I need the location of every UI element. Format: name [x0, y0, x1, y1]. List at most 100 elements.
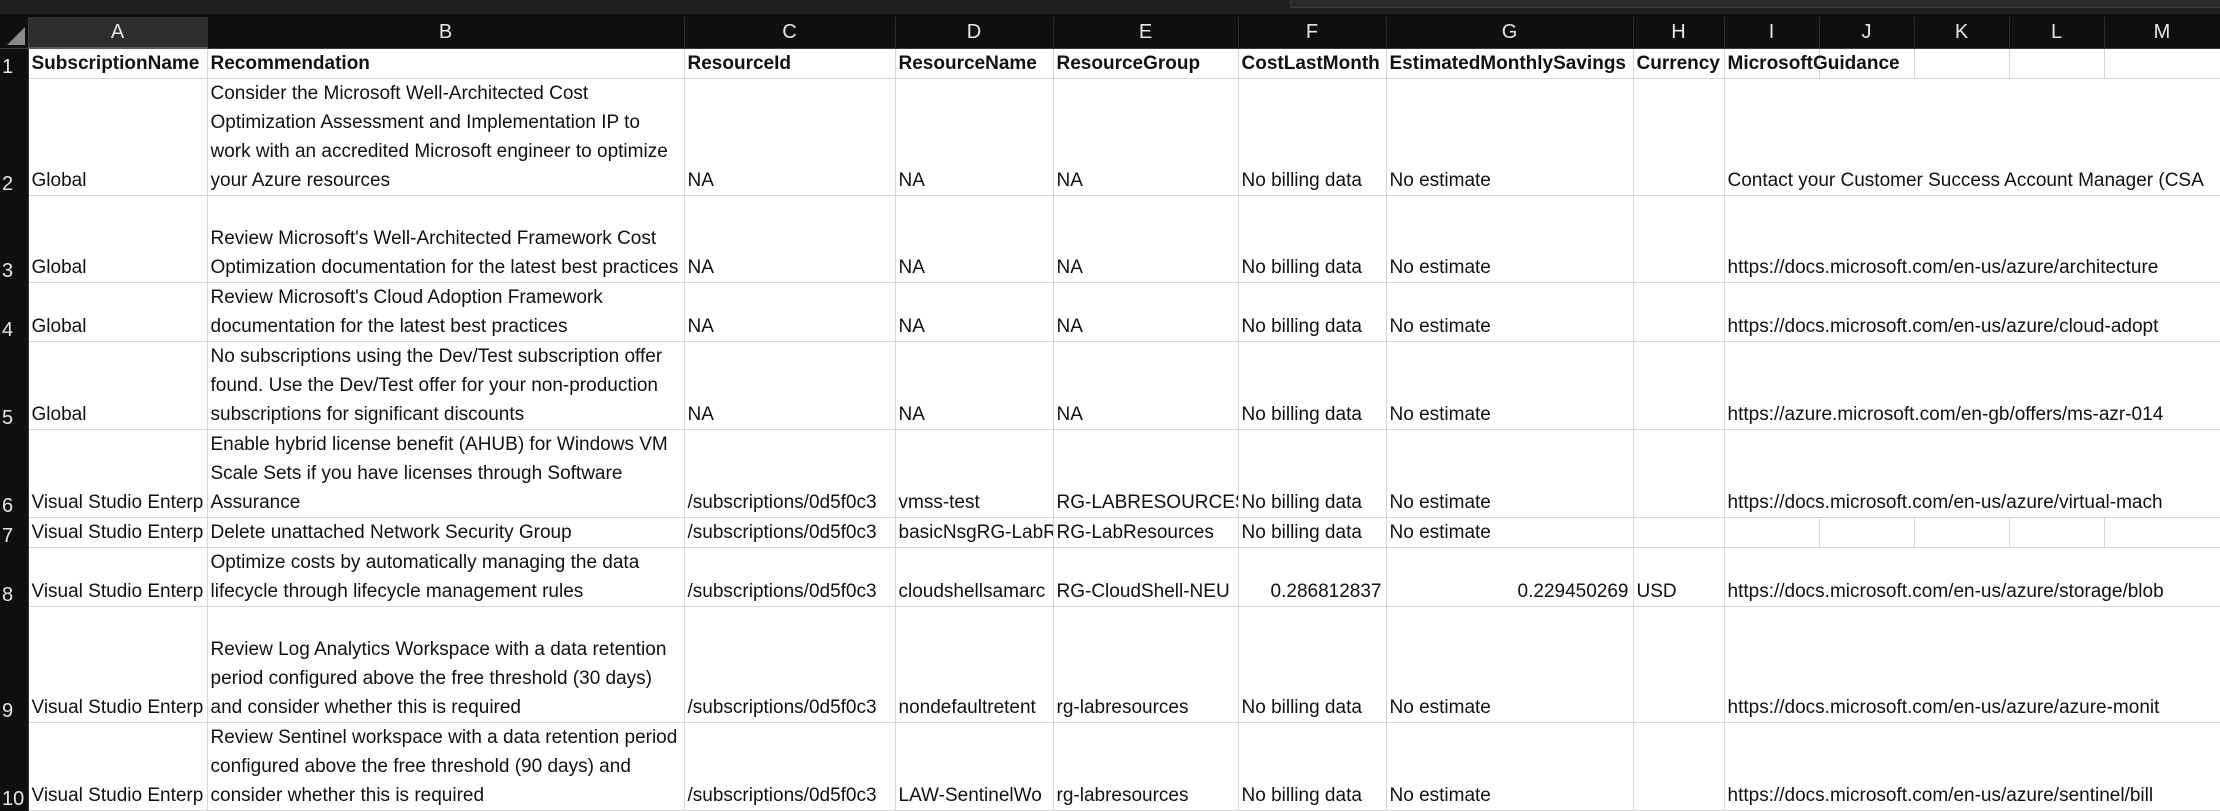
- cell[interactable]: [1914, 48, 2010, 79]
- column-header-j[interactable]: J: [1819, 17, 1915, 49]
- column-header-i[interactable]: I: [1724, 17, 1820, 49]
- cell[interactable]: Visual Studio Enterp: [28, 517, 208, 548]
- cell[interactable]: https://docs.microsoft.com/en-us/azure/a…: [1724, 195, 2220, 283]
- cell[interactable]: /subscriptions/0d5f0c3: [684, 606, 896, 723]
- cell[interactable]: No billing data: [1238, 429, 1387, 518]
- column-header-h[interactable]: H: [1633, 17, 1725, 49]
- cell[interactable]: https://docs.microsoft.com/en-us/azure/c…: [1724, 282, 2220, 342]
- cell[interactable]: 0.229450269: [1386, 547, 1634, 607]
- cell[interactable]: NA: [1053, 78, 1239, 196]
- cell[interactable]: https://docs.microsoft.com/en-us/azure/s…: [1724, 722, 2220, 811]
- cell[interactable]: LAW-SentinelWo: [895, 722, 1054, 811]
- cell[interactable]: No billing data: [1238, 517, 1387, 548]
- cell[interactable]: https://azure.microsoft.com/en-gb/offers…: [1724, 341, 2220, 430]
- cell[interactable]: Review Sentinel workspace with a data re…: [207, 722, 685, 811]
- cell[interactable]: 0.286812837: [1238, 547, 1387, 607]
- cell[interactable]: [1633, 78, 1725, 196]
- cell[interactable]: MicrosoftGuidance: [1724, 48, 1900, 79]
- cell[interactable]: No billing data: [1238, 195, 1387, 283]
- cell[interactable]: /subscriptions/0d5f0c3: [684, 547, 896, 607]
- cell[interactable]: NA: [895, 282, 1054, 342]
- cell[interactable]: No billing data: [1238, 78, 1387, 196]
- row-header[interactable]: 1: [0, 48, 29, 79]
- cell[interactable]: SubscriptionName: [28, 48, 208, 79]
- cell[interactable]: [1633, 606, 1725, 723]
- cell[interactable]: Global: [28, 282, 208, 342]
- cell[interactable]: Visual Studio Enterp: [28, 547, 208, 607]
- cell[interactable]: No subscriptions using the Dev/Test subs…: [207, 341, 685, 430]
- cell[interactable]: Visual Studio Enterp: [28, 722, 208, 811]
- row-header[interactable]: 5: [0, 341, 29, 430]
- cell[interactable]: No billing data: [1238, 282, 1387, 342]
- cell[interactable]: Global: [28, 78, 208, 196]
- cell[interactable]: [1633, 722, 1725, 811]
- row-header[interactable]: 4: [0, 282, 29, 342]
- cell[interactable]: basicNsgRG-LabR: [895, 517, 1054, 548]
- cell[interactable]: Visual Studio Enterp: [28, 429, 208, 518]
- cell[interactable]: NA: [1053, 282, 1239, 342]
- row-header[interactable]: 6: [0, 429, 29, 518]
- cell[interactable]: [1633, 341, 1725, 430]
- cell[interactable]: [1724, 517, 1820, 548]
- cell[interactable]: Optimize costs by automatically managing…: [207, 547, 685, 607]
- cell[interactable]: [1633, 195, 1725, 283]
- row-header[interactable]: 7: [0, 517, 29, 548]
- row-header[interactable]: 8: [0, 547, 29, 607]
- cell[interactable]: NA: [1053, 341, 1239, 430]
- cell[interactable]: [1633, 282, 1725, 342]
- column-header-k[interactable]: K: [1914, 17, 2010, 49]
- cell[interactable]: No estimate: [1386, 429, 1634, 518]
- cell[interactable]: [2009, 517, 2105, 548]
- cell[interactable]: No billing data: [1238, 341, 1387, 430]
- cell[interactable]: cloudshellsamarc: [895, 547, 1054, 607]
- cell[interactable]: RG-LABRESOURCES: [1053, 429, 1239, 518]
- cell[interactable]: Consider the Microsoft Well-Architected …: [207, 78, 685, 196]
- cell[interactable]: ResourceGroup: [1053, 48, 1239, 79]
- cell[interactable]: Enable hybrid license benefit (AHUB) for…: [207, 429, 685, 518]
- cell[interactable]: rg-labresources: [1053, 722, 1239, 811]
- spreadsheet-grid[interactable]: A B C D E F G H I J K L M 1 Subscription…: [0, 17, 2220, 811]
- cell[interactable]: [1633, 517, 1725, 548]
- cell[interactable]: Review Microsoft's Cloud Adoption Framew…: [207, 282, 685, 342]
- cell[interactable]: /subscriptions/0d5f0c3: [684, 722, 896, 811]
- cell[interactable]: NA: [684, 78, 896, 196]
- cell[interactable]: https://docs.microsoft.com/en-us/azure/a…: [1724, 606, 2220, 723]
- cell[interactable]: /subscriptions/0d5f0c3: [684, 517, 896, 548]
- cell[interactable]: [2104, 48, 2220, 79]
- column-header-f[interactable]: F: [1238, 17, 1387, 49]
- cell[interactable]: Review Log Analytics Workspace with a da…: [207, 606, 685, 723]
- cell[interactable]: vmss-test: [895, 429, 1054, 518]
- cell[interactable]: [1819, 517, 1915, 548]
- cell[interactable]: Recommendation: [207, 48, 685, 79]
- cell[interactable]: ResourceName: [895, 48, 1054, 79]
- formula-bar-edge[interactable]: [1290, 0, 2220, 8]
- row-header[interactable]: 10: [0, 722, 29, 811]
- row-header[interactable]: 9: [0, 606, 29, 723]
- cell[interactable]: Currency: [1633, 48, 1725, 79]
- column-header-m[interactable]: M: [2104, 17, 2220, 49]
- cell[interactable]: Review Microsoft's Well-Architected Fram…: [207, 195, 685, 283]
- cell[interactable]: [2104, 517, 2220, 548]
- cell[interactable]: USD: [1633, 547, 1725, 607]
- cell[interactable]: EstimatedMonthlySavings: [1386, 48, 1634, 79]
- cell[interactable]: https://docs.microsoft.com/en-us/azure/v…: [1724, 429, 2220, 518]
- cell[interactable]: No estimate: [1386, 78, 1634, 196]
- cell[interactable]: nondefaultretent: [895, 606, 1054, 723]
- cell[interactable]: No billing data: [1238, 606, 1387, 723]
- cell[interactable]: Visual Studio Enterp: [28, 606, 208, 723]
- cell[interactable]: No billing data: [1238, 722, 1387, 811]
- column-header-l[interactable]: L: [2009, 17, 2105, 49]
- cell[interactable]: NA: [684, 195, 896, 283]
- cell[interactable]: rg-labresources: [1053, 606, 1239, 723]
- column-header-e[interactable]: E: [1053, 17, 1239, 49]
- cell[interactable]: No estimate: [1386, 517, 1634, 548]
- cell[interactable]: NA: [895, 195, 1054, 283]
- cell[interactable]: No estimate: [1386, 195, 1634, 283]
- row-header[interactable]: 3: [0, 195, 29, 283]
- cell[interactable]: [1633, 429, 1725, 518]
- cell[interactable]: NA: [895, 78, 1054, 196]
- cell[interactable]: [1914, 517, 2010, 548]
- cell[interactable]: https://docs.microsoft.com/en-us/azure/s…: [1724, 547, 2220, 607]
- cell[interactable]: Delete unattached Network Security Group: [207, 517, 685, 548]
- row-header[interactable]: 2: [0, 78, 29, 196]
